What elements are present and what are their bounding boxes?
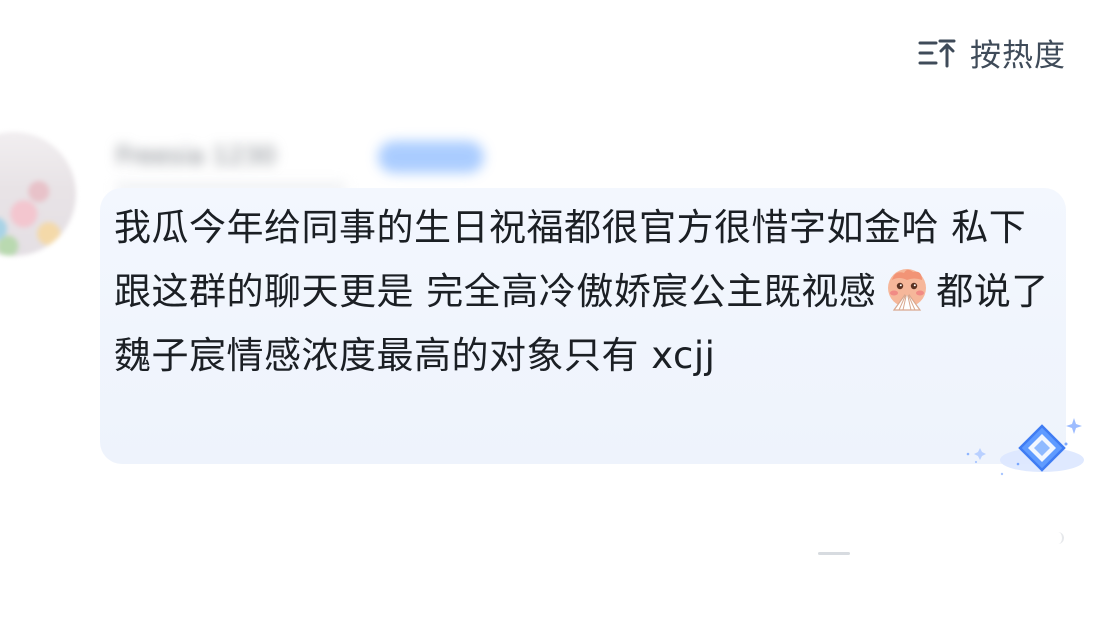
comment-bubble[interactable]: 我瓜今年给同事的生日祝福都很官方很惜字如金哈 私下跟这群的聊天更是 完全高冷傲娇… xyxy=(100,188,1066,464)
user-badge xyxy=(378,141,484,173)
comment-screen: 按热度 Freesia 1230 我瓜今年给同事的生日祝福都很官方很惜字如金哈 … xyxy=(0,0,1108,623)
username[interactable]: Freesia 1230 xyxy=(116,140,366,172)
sort-by-hot-button[interactable]: 按热度 xyxy=(918,30,1066,75)
comment-item: Freesia 1230 我瓜今年给同事的生日祝福都很官方很惜字如金哈 私下跟这… xyxy=(0,124,1108,484)
fan-blush-emoji xyxy=(882,264,932,314)
divider-mark xyxy=(818,552,850,555)
comment-text: 我瓜今年给同事的生日祝福都很官方很惜字如金哈 私下跟这群的聊天更是 完全高冷傲娇… xyxy=(114,196,1059,388)
sort-lines-icon xyxy=(918,39,956,67)
diamond-badge-icon xyxy=(966,418,1084,476)
avatar[interactable] xyxy=(0,132,76,256)
corner-mark xyxy=(1052,532,1064,544)
sort-label: 按热度 xyxy=(970,38,1066,74)
